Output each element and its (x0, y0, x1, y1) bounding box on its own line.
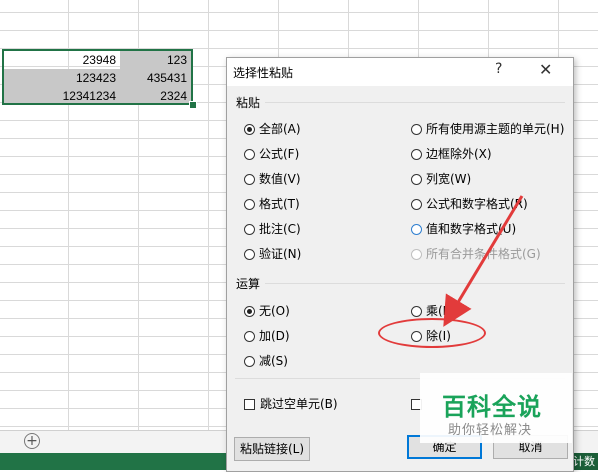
watermark-title: 百科全说 (442, 393, 542, 421)
annotation-circle (378, 318, 486, 348)
watermark-subtitle: 助你轻松解决 (448, 423, 533, 438)
watermark-logo: 百科全说 助你轻松解决 (420, 373, 572, 443)
